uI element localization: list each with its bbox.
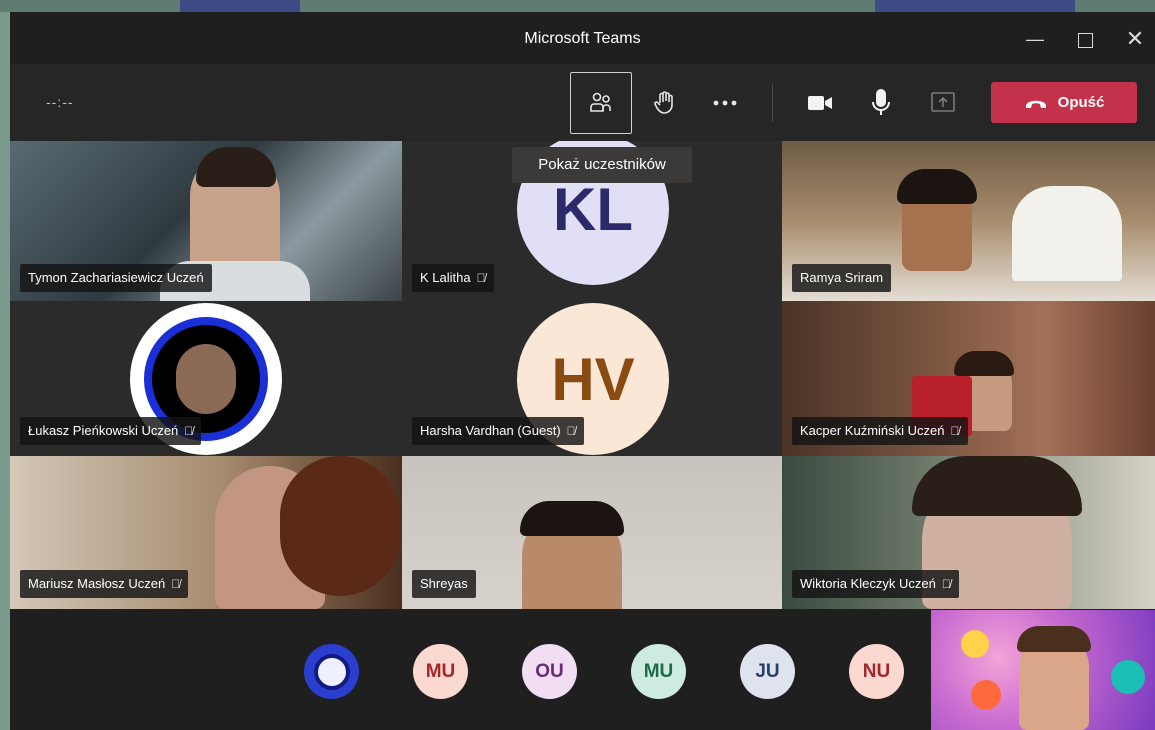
overflow-initials: OU — [535, 660, 564, 682]
leave-call-button[interactable]: Opuść — [991, 82, 1137, 123]
teams-window: Microsoft Teams — ✕ --:-- Opuść Pokaż uc… — [10, 12, 1155, 730]
overflow-avatar[interactable]: NU — [849, 644, 904, 699]
participants-icon — [590, 92, 611, 112]
bubble — [971, 680, 1001, 710]
camera-button[interactable] — [789, 72, 851, 134]
participant-nameplate: K Lalitha 🎙̸ — [412, 264, 494, 292]
mic-button[interactable] — [850, 72, 912, 134]
toolbar-divider — [772, 84, 773, 122]
participant-hair — [954, 351, 1014, 376]
participant-name: Kacper Kuźmiński Uczeń — [800, 423, 945, 438]
overflow-avatar[interactable]: JU — [740, 644, 795, 699]
participant-name: Shreyas — [420, 576, 468, 591]
overflow-avatar[interactable]: MU — [631, 644, 686, 699]
overflow-initials: MU — [425, 660, 456, 682]
mic-off-icon: 🎙̸ — [566, 424, 576, 438]
participant-nameplate: Shreyas — [412, 570, 476, 598]
participant-nameplate: Harsha Vardhan (Guest) 🎙̸ — [412, 417, 584, 445]
background-strip — [875, 0, 1075, 12]
participants-tooltip: Pokaż uczestników — [512, 147, 692, 183]
participant-name: Wiktoria Kleczyk Uczeń — [800, 576, 936, 591]
leave-label: Opuść — [1057, 94, 1105, 111]
overflow-initials: JU — [755, 660, 780, 682]
window-title: Microsoft Teams — [524, 30, 641, 47]
participant-nameplate: Łukasz Pieńkowski Uczeń 🎙̸ — [20, 417, 202, 445]
video-tile[interactable]: Ramya Sriram — [782, 141, 1155, 301]
share-icon — [931, 92, 955, 112]
mic-off-icon: 🎙̸ — [950, 424, 960, 438]
participant-name: Mariusz Masłosz Uczeń — [28, 576, 166, 591]
mic-off-icon: 🎙̸ — [171, 577, 181, 591]
desktop-background — [0, 0, 1155, 12]
raise-hand-icon — [654, 91, 673, 114]
participant-nameplate: Tymon Zachariasiewicz Uczeń — [20, 264, 212, 292]
camera-icon — [808, 96, 832, 110]
video-tile[interactable]: HV Harsha Vardhan (Guest) 🎙̸ — [402, 301, 782, 456]
overflow-initials: NU — [862, 660, 891, 682]
participant-name: Ramya Sriram — [800, 270, 884, 285]
overflow-avatar[interactable]: MU — [413, 644, 468, 699]
bubble — [961, 630, 989, 658]
video-tile[interactable]: Wiktoria Kleczyk Uczeń 🎙̸ — [782, 456, 1155, 609]
show-participants-button[interactable] — [570, 72, 632, 134]
bubble — [1111, 660, 1145, 694]
overflow-initials: MU — [643, 660, 674, 682]
share-screen-button[interactable] — [912, 72, 974, 134]
participant-name: Łukasz Pieńkowski Uczeń — [28, 423, 179, 438]
video-tile[interactable]: Łukasz Pieńkowski Uczeń 🎙̸ — [10, 301, 402, 456]
meeting-toolbar: --:-- Opuść — [10, 64, 1155, 141]
mic-off-icon: 🎙̸ — [184, 424, 194, 438]
video-tile[interactable]: Kacper Kuźmiński Uczeń 🎙̸ — [782, 301, 1155, 456]
mic-off-icon: 🎙̸ — [941, 577, 951, 591]
participant-name: Harsha Vardhan (Guest) — [420, 423, 561, 438]
participant-hair — [897, 169, 977, 204]
participant-initials: HV — [551, 345, 635, 413]
minimize-button[interactable]: — — [1015, 22, 1055, 56]
more-icon — [713, 100, 737, 106]
participant-hair — [196, 147, 276, 187]
participant-name: Tymon Zachariasiewicz Uczeń — [28, 270, 204, 285]
background-strip — [180, 0, 300, 12]
participant-nameplate: Wiktoria Kleczyk Uczeń 🎙̸ — [792, 570, 959, 598]
avatar-image — [313, 653, 350, 690]
hangup-icon — [1025, 100, 1046, 108]
participant-nameplate: Kacper Kuźmiński Uczeń 🎙̸ — [792, 417, 968, 445]
self-view-tile[interactable] — [931, 610, 1155, 730]
video-tile[interactable]: Mariusz Masłosz Uczeń 🎙̸ — [10, 456, 402, 609]
participant-nameplate: Ramya Sriram — [792, 264, 892, 292]
participant-hair — [912, 456, 1082, 516]
more-actions-button[interactable] — [694, 72, 756, 134]
maximize-icon — [1077, 32, 1093, 48]
participant-hair — [280, 456, 400, 596]
raise-hand-button[interactable] — [634, 72, 696, 134]
mic-off-icon: 🎙̸ — [476, 271, 486, 285]
overflow-avatar[interactable]: OU — [522, 644, 577, 699]
overflow-participants-bar: MU OU MU JU NU — [10, 609, 1155, 730]
self-hair — [1017, 626, 1091, 652]
video-tile[interactable]: Tymon Zachariasiewicz Uczeń — [10, 141, 402, 301]
participant-initials: KL — [553, 175, 633, 243]
overflow-avatar[interactable] — [304, 644, 359, 699]
maximize-button[interactable] — [1065, 22, 1105, 56]
mic-icon — [872, 89, 890, 115]
participant-name: K Lalitha — [420, 270, 471, 285]
participant-nameplate: Mariusz Masłosz Uczeń 🎙̸ — [20, 570, 189, 598]
close-button[interactable]: ✕ — [1115, 22, 1155, 56]
call-timer: --:-- — [46, 94, 74, 110]
taj-mahal-model — [1012, 186, 1122, 281]
participant-hair — [520, 501, 624, 536]
title-bar: Microsoft Teams — ✕ — [10, 12, 1155, 64]
video-tile[interactable]: Shreyas — [402, 456, 782, 609]
